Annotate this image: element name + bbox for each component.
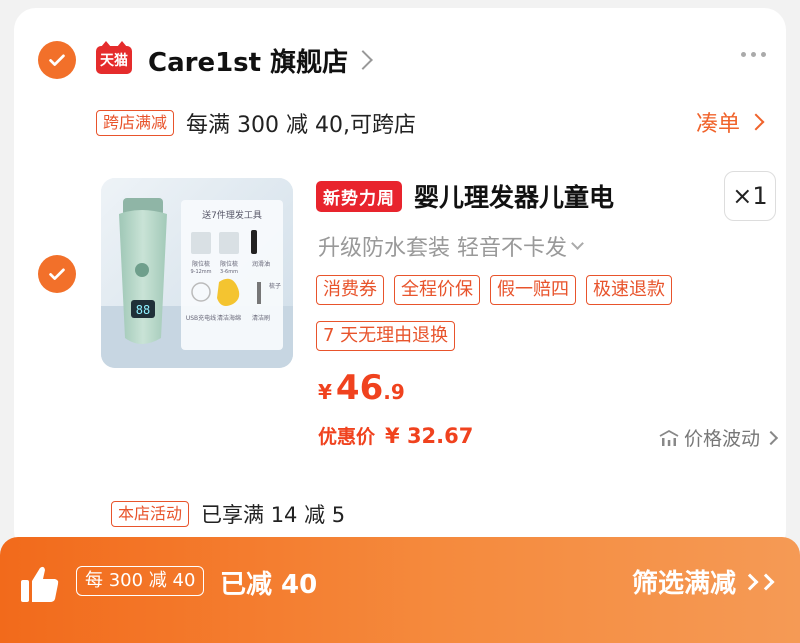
service-tag: 全程价保 <box>394 275 480 305</box>
chevron-right-icon <box>763 430 779 445</box>
return-tags: 7 天无理由退换 <box>316 321 456 351</box>
product-price: ¥ 46 .9 <box>318 368 405 408</box>
coudan-link[interactable]: 凑单 <box>695 106 765 138</box>
service-tag: 消费券 <box>316 275 384 305</box>
product-title[interactable]: 婴儿理发器儿童电 <box>414 178 664 214</box>
image-header-text: 送7件理发工具 <box>202 209 262 221</box>
promo-badge: 新势力周 <box>316 180 402 212</box>
product-title-row[interactable]: 新势力周 婴儿理发器儿童电 <box>316 176 756 216</box>
filter-promo-button[interactable]: 筛选满减 <box>632 563 776 600</box>
return-policy-tag: 7 天无理由退换 <box>316 321 456 351</box>
sku-selector[interactable]: 升级防水套装 轻音不卡发 <box>318 230 584 262</box>
display-digits: 88 <box>136 303 150 317</box>
discount-label: 优惠价 <box>318 426 376 448</box>
bottom-promo-tag: 每 300 减 40 <box>76 566 205 596</box>
chevron-right-icon <box>747 113 765 131</box>
double-chevron-right-icon <box>741 573 776 590</box>
thumbs-up-icon <box>21 566 59 602</box>
cross-store-promo: 跨店满减 每满 300 减 40,可跨店 <box>96 107 416 139</box>
filter-promo-label: 筛选满减 <box>631 569 736 599</box>
service-tag: 假一赔四 <box>490 275 576 305</box>
check-icon <box>49 268 65 280</box>
image-sponge-label: 清洁海绵 <box>217 314 241 322</box>
image-guard1-size: 9-12mm <box>190 269 211 275</box>
image-guard1-label: 限位梳 <box>192 260 210 268</box>
quantity-button[interactable]: ×1 <box>724 171 776 221</box>
check-icon <box>49 54 65 66</box>
discount-price: 优惠价 ¥ 32.67 <box>318 422 473 449</box>
shop-name[interactable]: Care1st 旗舰店 <box>148 42 348 79</box>
chevron-down-icon <box>571 236 584 250</box>
tmall-logo: 天猫 <box>96 41 132 74</box>
discount-value: ¥ 32.67 <box>385 423 474 448</box>
coudan-label: 凑单 <box>695 112 740 137</box>
price-currency: ¥ <box>318 380 332 404</box>
price-integer: 46 <box>335 368 384 408</box>
shop-header[interactable]: 天猫 Care1st 旗舰店 <box>96 30 374 90</box>
image-comb-label: 梳子 <box>269 282 281 290</box>
price-volatility-label: 价格波动 <box>683 428 760 450</box>
more-options-icon[interactable] <box>741 52 766 57</box>
store-activity-tag: 本店活动 <box>111 501 190 527</box>
sku-text: 升级防水套装 轻音不卡发 <box>318 236 567 261</box>
service-tag: 极速退款 <box>586 275 672 305</box>
image-usb-label: USB充电线 <box>186 314 216 322</box>
store-activity: 本店活动 已享满 14 减 5 <box>111 499 345 529</box>
bottom-promo-bar: 每 300 减 40 已减 40 筛选满减 <box>0 537 800 643</box>
cross-store-tag: 跨店满减 <box>96 110 175 136</box>
item-select-checkbox[interactable] <box>38 255 76 293</box>
product-photo: 88 送7件理发工具 限位梳 9-12mm 限位梳 3-6mm 润滑油 梳子 U… <box>101 178 293 368</box>
product-image[interactable]: 88 送7件理发工具 限位梳 9-12mm 限位梳 3-6mm 润滑油 梳子 U… <box>101 178 293 368</box>
service-tags: 消费券 全程价保 假一赔四 极速退款 <box>316 275 672 305</box>
image-guard2-label: 限位梳 <box>220 260 238 268</box>
image-guard2-size: 3-6mm <box>220 269 238 275</box>
chevron-right-icon <box>353 50 374 70</box>
chart-bars-icon <box>659 429 679 446</box>
price-decimal: .9 <box>383 380 405 404</box>
reduced-amount: 已减 40 <box>220 570 318 600</box>
image-brush-label: 清洁刷 <box>252 314 270 322</box>
price-volatility-link[interactable]: 价格波动 <box>658 424 779 451</box>
image-oil-label: 润滑油 <box>252 260 270 268</box>
store-activity-text: 已享满 14 减 5 <box>201 503 346 527</box>
cross-store-text: 每满 300 减 40,可跨店 <box>186 113 416 138</box>
shop-select-checkbox[interactable] <box>38 41 76 79</box>
